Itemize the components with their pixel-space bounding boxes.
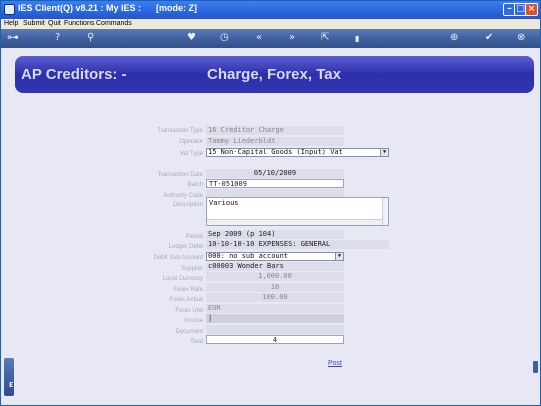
seat-label: Seat [190,339,203,345]
chevron-down-icon[interactable]: ▼ [380,149,388,156]
ledger-debit-field[interactable]: 10-10-10-10 EXPENSES: GENERAL [206,240,389,249]
document-label: Document [175,329,203,335]
menu-commands[interactable]: Commands [96,20,132,27]
authority-code-label: Authority Code [163,193,203,199]
side-panel-icon: ε [9,379,14,389]
app-window: IES Client(Q) v8.21 : My IES : [mode: Z]… [0,0,541,406]
supplier-field[interactable]: c00003 Wonder Bars [206,262,344,271]
menu-functions[interactable]: Functions [64,20,94,27]
forex-unit-field[interactable]: EUR [206,304,344,313]
forex-actual-field[interactable]: 100.00 [206,293,344,302]
vat-type-label: Vat Type [179,151,203,157]
transaction-date-label: Transaction Date [157,172,203,178]
description-textarea[interactable]: Various [206,197,389,226]
search-icon[interactable]: ⚲ [87,32,94,44]
menu-bar: Help Submit Quit Functions Commands [1,19,540,29]
document-field[interactable] [206,325,344,334]
app-icon [4,4,15,15]
transaction-date-field[interactable]: 05/10/2009 [206,169,344,178]
description-label: Description [172,202,203,208]
page-subtitle: Charge, Forex, Tax [207,66,341,83]
form-area: AP Creditors: - Charge, Forex, Tax [1,48,540,405]
vat-type-select[interactable]: 15 Non-Capital Goods (Input) Vat ▼ [206,148,389,157]
transaction-type-label: Transaction Type [157,128,203,134]
debit-sub-account-value: 000: no sub account [208,252,289,260]
right-edge-tab[interactable] [533,361,538,373]
menu-help[interactable]: Help [4,20,18,27]
page-banner: AP Creditors: - Charge, Forex, Tax [15,56,534,93]
key-icon[interactable]: ⊶ [7,31,19,43]
description-vertical-scrollbar[interactable] [382,198,388,225]
debit-sub-account-label: Debit Sub Account [153,255,203,261]
toolbar: ⊶ ? ⚲ ♥ ◷ « » ⇱ ▮ ⊕ ✔ ⊗ [1,29,540,48]
add-icon[interactable]: ⊕ [450,32,458,44]
trash-icon[interactable]: ▮ [355,33,359,45]
side-panel-tab[interactable] [4,358,14,396]
close-button[interactable]: × [525,3,538,16]
vat-type-value: 15 Non-Capital Goods (Input) Vat [208,148,343,156]
period-label: Period [185,234,203,240]
cancel-icon[interactable]: ⊗ [517,32,525,44]
operator-field: Tammy Liederbldt [206,137,344,146]
rewind-icon[interactable]: « [256,32,262,44]
check-icon[interactable]: ✔ [485,32,493,44]
heart-icon[interactable]: ♥ [187,32,196,44]
transaction-type-field: 16 Creditor Charge [206,126,344,135]
ledger-debit-label: Ledger Debit [168,244,203,250]
debit-sub-account-select[interactable]: 000: no sub account ▼ [206,252,344,261]
forex-actual-label: Forex Actual [169,297,203,303]
post-link[interactable]: Post [328,360,342,367]
forex-rate-label: Forex Rate [173,287,203,293]
page-title: AP Creditors: - [21,66,127,83]
local-currency-label: Local Currency [162,276,203,282]
forex-rate-field[interactable]: 10 [206,283,344,292]
export-icon[interactable]: ⇱ [321,32,329,44]
operator-label: Operator [179,139,203,145]
title-bar: IES Client(Q) v8.21 : My IES : [mode: Z]… [1,1,540,19]
help-icon[interactable]: ? [55,32,60,44]
local-currency-field[interactable]: 1,000.00 [206,272,344,281]
supplier-label: Supplier [180,266,203,272]
window-title: IES Client(Q) v8.21 : My IES : [mode: Z] [18,3,198,13]
batch-label: Batch [187,182,203,188]
invoice-field[interactable]: | [206,314,344,323]
clock-icon[interactable]: ◷ [220,32,229,44]
invoice-label: Invoice [183,318,203,324]
period-field[interactable]: Sep 2009 (p 104) [206,230,344,239]
description-text: Various [209,199,239,207]
chevron-down-icon[interactable]: ▼ [335,253,343,260]
fast-forward-icon[interactable]: » [289,32,295,44]
menu-submit[interactable]: Submit [23,20,45,27]
seat-field[interactable]: 4 [206,335,344,344]
menu-quit[interactable]: Quit [48,20,61,27]
batch-field[interactable]: TT-051009 [206,179,344,188]
forex-unit-label: Forex Unit [175,308,203,314]
description-horizontal-scrollbar[interactable] [207,219,382,225]
